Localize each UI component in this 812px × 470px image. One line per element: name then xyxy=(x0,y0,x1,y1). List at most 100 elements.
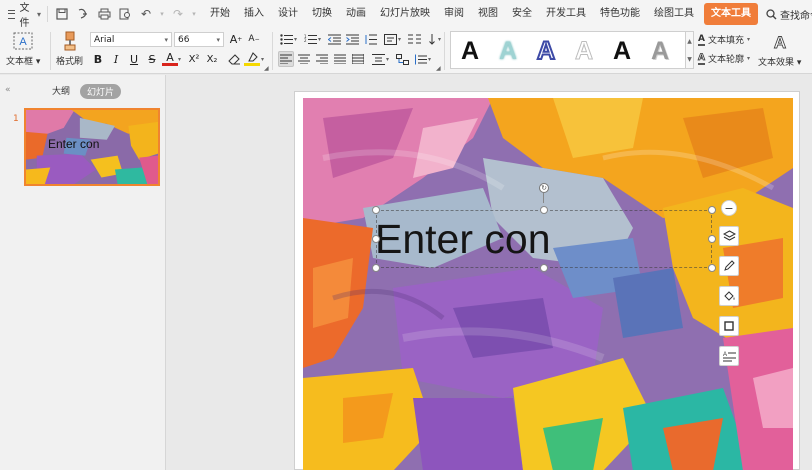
line-spacing-icon[interactable] xyxy=(362,31,378,47)
text-fill-button[interactable]: A 文本填充 ▾ xyxy=(698,33,750,46)
text-effect-button[interactable]: A 文本效果 ▾ xyxy=(758,32,801,68)
command-search[interactable]: 查找命令... xyxy=(766,7,812,22)
chevron-down-icon[interactable]: ▾ xyxy=(294,36,297,43)
tab-animations[interactable]: 动画 xyxy=(339,3,373,25)
chevron-up-icon[interactable]: ▲ xyxy=(687,38,692,45)
tab-drawing-tools[interactable]: 绘图工具 xyxy=(647,3,701,25)
justify-icon[interactable] xyxy=(332,51,348,67)
collapse-panel-icon[interactable]: « xyxy=(5,85,11,95)
paragraph-dialog-launcher-icon[interactable]: ◢ xyxy=(436,65,441,72)
text-style-1[interactable]: A xyxy=(453,35,487,67)
decrease-font-size-icon[interactable]: A − xyxy=(246,31,262,47)
tab-special-features[interactable]: 特色功能 xyxy=(593,3,647,25)
numbered-list-icon[interactable]: 12 xyxy=(302,31,318,47)
tab-review[interactable]: 审阅 xyxy=(437,3,471,25)
layers-icon[interactable] xyxy=(719,226,739,246)
slide-textbox-content[interactable]: Enter con xyxy=(375,216,551,262)
tab-home[interactable]: 开始 xyxy=(203,3,237,25)
smart-art-convert-icon[interactable] xyxy=(394,51,410,67)
pen-edit-icon[interactable] xyxy=(719,256,739,276)
slide-thumbnail[interactable]: Enter con xyxy=(24,108,160,186)
resize-handle-bottom-right[interactable] xyxy=(708,264,716,272)
slide[interactable]: ↻ Enter con − A xyxy=(294,91,800,470)
redo-dropdown-icon[interactable]: ▾ xyxy=(191,6,197,22)
save-icon[interactable] xyxy=(54,6,70,22)
export-pdf-icon[interactable] xyxy=(75,6,91,22)
text-style-6[interactable]: A xyxy=(643,35,677,67)
bullet-list-icon[interactable] xyxy=(278,31,294,47)
text-wrap-icon[interactable]: A xyxy=(719,346,739,366)
tab-slides[interactable]: 幻灯片 xyxy=(80,84,122,99)
align-left-button[interactable] xyxy=(278,51,294,67)
undo-icon[interactable]: ↶ xyxy=(138,6,154,22)
increase-indent-icon[interactable] xyxy=(344,31,360,47)
italic-button[interactable]: I xyxy=(108,51,124,67)
strikethrough-button[interactable]: S xyxy=(144,51,160,67)
tab-slideshow[interactable]: 幻灯片放映 xyxy=(373,3,437,25)
fill-bucket-icon[interactable] xyxy=(719,286,739,306)
tab-design[interactable]: 设计 xyxy=(271,3,305,25)
chevron-down-icon[interactable]: ▼ xyxy=(687,56,692,63)
outline-border-icon[interactable] xyxy=(719,316,739,336)
paintbrush-icon xyxy=(59,31,81,51)
tab-insert[interactable]: 插入 xyxy=(237,3,271,25)
chevron-down-icon[interactable]: ▾ xyxy=(261,56,264,63)
distributed-align-icon[interactable] xyxy=(350,51,366,67)
tab-developer[interactable]: 开发工具 xyxy=(539,3,593,25)
underline-button[interactable]: U xyxy=(126,51,142,67)
bold-button[interactable]: B xyxy=(90,51,106,67)
align-center-icon[interactable] xyxy=(296,51,312,67)
text-outline-button[interactable]: A 文本轮廓 ▾ xyxy=(698,52,750,65)
font-size-select[interactable]: 66 ▾ xyxy=(174,32,224,47)
tab-view[interactable]: 视图 xyxy=(471,3,505,25)
chevron-down-icon[interactable]: ▾ xyxy=(438,36,441,43)
tab-text-tools[interactable]: 文本工具 xyxy=(704,3,759,25)
resize-handle-left[interactable] xyxy=(372,235,380,243)
format-painter-button[interactable]: 格式刷 xyxy=(56,31,83,67)
increase-font-size-icon[interactable]: A + xyxy=(228,31,244,47)
tab-security[interactable]: 安全 xyxy=(505,3,539,25)
redo-icon[interactable]: ↷ xyxy=(170,6,186,22)
tab-outline[interactable]: 大纲 xyxy=(52,84,70,97)
gallery-scroll[interactable]: ▲ ▼ xyxy=(686,31,694,69)
align-text-vertical-icon[interactable] xyxy=(370,51,386,67)
textbox-button[interactable]: A 文本框 ▾ xyxy=(6,31,40,67)
font-dialog-launcher-icon[interactable]: ◢ xyxy=(264,65,269,72)
tab-transitions[interactable]: 切换 xyxy=(305,3,339,25)
resize-handle-right[interactable] xyxy=(708,235,716,243)
text-style-3[interactable]: A xyxy=(529,35,563,67)
svg-text:2: 2 xyxy=(304,38,307,43)
text-direction-icon[interactable] xyxy=(382,31,398,47)
font-name-select[interactable]: Arial ▾ xyxy=(90,32,172,47)
text-columns-icon[interactable] xyxy=(406,31,422,47)
resize-handle-top-right[interactable] xyxy=(708,206,716,214)
chevron-down-icon[interactable]: ▾ xyxy=(398,36,401,43)
font-color-button[interactable]: A xyxy=(162,51,178,66)
minus-icon[interactable]: − xyxy=(721,200,737,216)
clear-format-eraser-icon[interactable] xyxy=(226,51,242,67)
print-preview-icon[interactable] xyxy=(117,6,133,22)
resize-handle-top[interactable] xyxy=(540,206,548,214)
rotate-handle-icon[interactable]: ↻ xyxy=(539,183,549,193)
paragraph-spacing-icon[interactable] xyxy=(412,51,428,67)
resize-handle-bottom[interactable] xyxy=(540,264,548,272)
text-style-2[interactable]: A xyxy=(491,35,525,67)
chevron-down-icon[interactable]: ▾ xyxy=(318,36,321,43)
highlight-color-icon[interactable] xyxy=(244,51,260,66)
file-menu[interactable]: 文件 ▾ xyxy=(0,0,47,29)
chevron-down-icon[interactable]: ▾ xyxy=(428,56,431,63)
decrease-indent-icon[interactable] xyxy=(326,31,342,47)
subscript-icon[interactable]: X₂ xyxy=(204,51,220,67)
resize-handle-top-left[interactable] xyxy=(372,206,380,214)
chevron-down-icon[interactable]: ▾ xyxy=(178,56,181,63)
superscript-icon[interactable]: X² xyxy=(186,51,202,67)
chevron-down-icon: ▾ xyxy=(37,9,42,19)
text-style-4[interactable]: A xyxy=(567,35,601,67)
align-right-icon[interactable] xyxy=(314,51,330,67)
undo-dropdown-icon[interactable]: ▾ xyxy=(159,6,165,22)
print-icon[interactable] xyxy=(96,6,112,22)
text-style-5[interactable]: A xyxy=(605,35,639,67)
chevron-down-icon: ▾ xyxy=(746,36,750,43)
resize-handle-bottom-left[interactable] xyxy=(372,264,380,272)
chevron-down-icon[interactable]: ▾ xyxy=(386,56,389,63)
